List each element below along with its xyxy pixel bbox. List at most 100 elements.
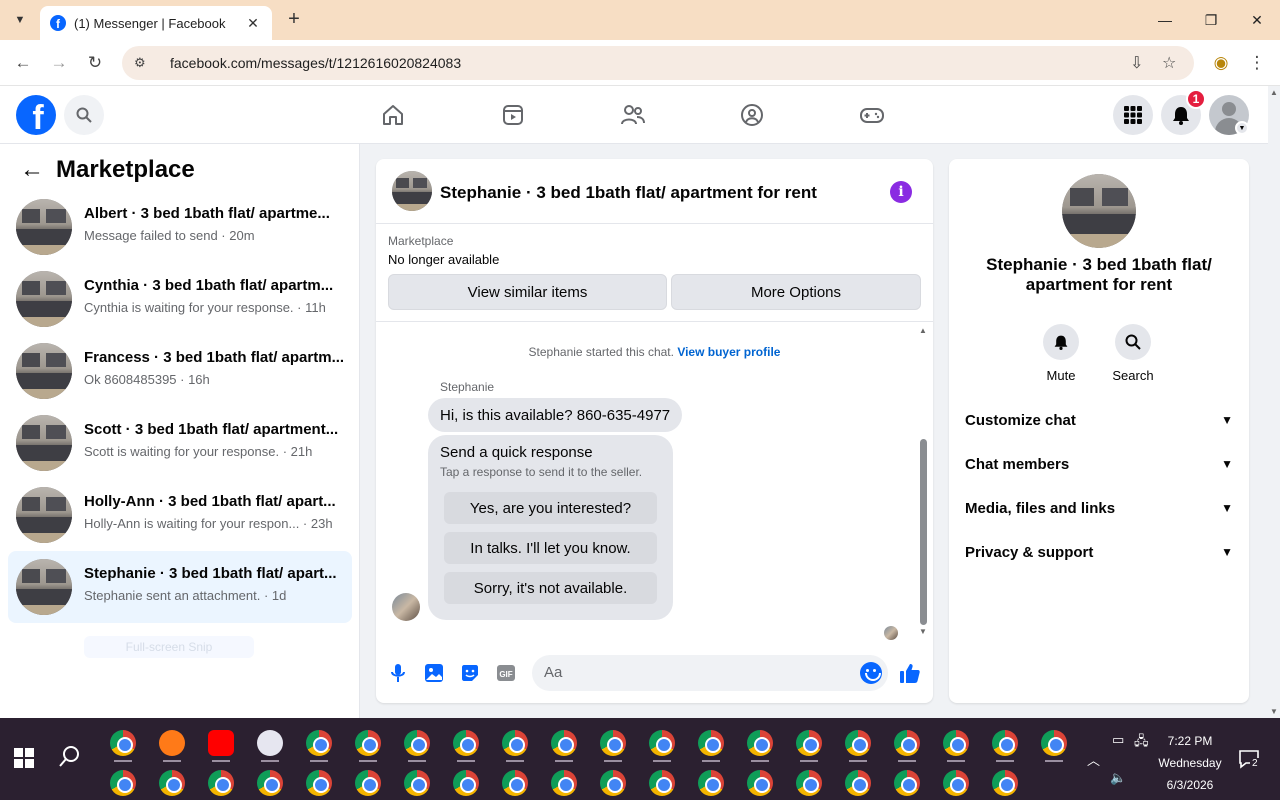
- volume-icon[interactable]: 🔈: [1110, 770, 1126, 786]
- forward-button[interactable]: →: [46, 50, 72, 76]
- chrome-icon[interactable]: [502, 770, 528, 796]
- chrome-icon[interactable]: [649, 730, 675, 756]
- new-tab-button[interactable]: +: [282, 8, 306, 32]
- sticker-icon[interactable]: [458, 661, 482, 685]
- tab-close-icon[interactable]: ✕: [244, 15, 262, 32]
- chat-title[interactable]: Stephanie · 3 bed 1bath flat/ apartment …: [440, 183, 817, 203]
- restore-button[interactable]: ❐: [1188, 0, 1234, 40]
- chrome-icon[interactable]: [600, 770, 626, 796]
- groups-icon[interactable]: [737, 100, 767, 130]
- view-similar-items-button[interactable]: View similar items: [388, 274, 667, 310]
- more-options-button[interactable]: More Options: [671, 274, 921, 310]
- conversation-item-active[interactable]: Stephanie · 3 bed 1bath flat/ apart... S…: [8, 551, 352, 623]
- chrome-icon[interactable]: [943, 770, 969, 796]
- gif-icon[interactable]: GIF: [494, 661, 518, 685]
- message-input[interactable]: Aa: [532, 655, 888, 691]
- info-icon[interactable]: i: [890, 181, 912, 203]
- quick-response-button[interactable]: Yes, are you interested?: [444, 492, 657, 524]
- sender-avatar[interactable]: [392, 593, 420, 621]
- conversation-item[interactable]: Francess · 3 bed 1bath flat/ apartm... O…: [8, 335, 352, 407]
- conversation-item[interactable]: Scott · 3 bed 1bath flat/ apartment... S…: [8, 407, 352, 479]
- facebook-logo-icon[interactable]: f: [16, 95, 56, 135]
- conversation-item[interactable]: Albert · 3 bed 1bath flat/ apartme... Me…: [8, 191, 352, 263]
- address-bar[interactable]: ⚙ facebook.com/messages/t/12126160208240…: [122, 46, 1194, 80]
- chrome-icon[interactable]: [600, 730, 626, 756]
- chrome-icon[interactable]: [453, 730, 479, 756]
- gaming-icon[interactable]: [857, 100, 887, 130]
- chrome-icon[interactable]: [649, 770, 675, 796]
- system-clock[interactable]: 7:22 PM Wednesday 6/3/2026: [1150, 730, 1230, 796]
- emoji-icon[interactable]: [860, 662, 882, 684]
- app-icon[interactable]: [257, 730, 283, 756]
- privacy-support-row[interactable]: Privacy & support ▼: [957, 532, 1241, 572]
- windows-start-icon[interactable]: [14, 748, 34, 768]
- minimize-button[interactable]: —: [1142, 0, 1188, 40]
- browser-tab[interactable]: f (1) Messenger | Facebook ✕: [40, 6, 272, 40]
- video-icon[interactable]: [498, 100, 528, 130]
- media-files-links-row[interactable]: Media, files and links ▼: [957, 488, 1241, 528]
- home-icon[interactable]: [378, 100, 408, 130]
- reload-button[interactable]: ↻: [82, 50, 108, 76]
- microphone-icon[interactable]: [386, 661, 410, 685]
- profile-icon[interactable]: ◉: [1208, 50, 1234, 76]
- message-bubble[interactable]: Hi, is this available? 860-635-4977: [428, 398, 683, 432]
- photo-icon[interactable]: [422, 661, 446, 685]
- info-listing-thumbnail[interactable]: [1062, 174, 1136, 248]
- bookmark-star-icon[interactable]: ☆: [1162, 53, 1176, 73]
- chat-members-row[interactable]: Chat members ▼: [957, 444, 1241, 484]
- chrome-icon[interactable]: [796, 730, 822, 756]
- friends-icon[interactable]: [618, 100, 648, 130]
- chrome-icon[interactable]: [404, 770, 430, 796]
- chrome-icon[interactable]: [159, 770, 185, 796]
- chrome-icon[interactable]: [306, 730, 332, 756]
- device-icon[interactable]: ▭: [1112, 732, 1124, 748]
- chrome-icon[interactable]: [845, 770, 871, 796]
- chrome-icon[interactable]: [894, 770, 920, 796]
- chrome-icon[interactable]: [502, 730, 528, 756]
- back-button[interactable]: ←: [10, 50, 36, 76]
- search-conversation-button[interactable]: Search: [1103, 324, 1163, 383]
- menu-dots-icon[interactable]: ⋮: [1244, 50, 1270, 76]
- chrome-icon[interactable]: [943, 730, 969, 756]
- chrome-icon[interactable]: [551, 770, 577, 796]
- menu-grid-icon[interactable]: [1113, 95, 1153, 135]
- copilot-icon[interactable]: [159, 730, 185, 756]
- conversation-item[interactable]: Holly-Ann · 3 bed 1bath flat/ apart... H…: [8, 479, 352, 551]
- install-app-icon[interactable]: ⇩: [1130, 53, 1143, 73]
- site-info-icon[interactable]: ⚙: [134, 55, 154, 71]
- youtube-icon[interactable]: [208, 730, 234, 756]
- chrome-icon[interactable]: [992, 770, 1018, 796]
- search-icon[interactable]: [58, 744, 86, 772]
- chrome-icon[interactable]: [845, 730, 871, 756]
- chrome-icon[interactable]: [551, 730, 577, 756]
- network-icon[interactable]: 🖧: [1134, 732, 1149, 754]
- chrome-icon[interactable]: [453, 770, 479, 796]
- chrome-icon[interactable]: [306, 770, 332, 796]
- back-arrow-icon[interactable]: ←: [18, 156, 46, 184]
- chrome-icon[interactable]: [698, 730, 724, 756]
- page-scrollbar[interactable]: ▲ ▼: [1268, 86, 1280, 718]
- chrome-icon[interactable]: [208, 770, 234, 796]
- chrome-icon[interactable]: [698, 770, 724, 796]
- chrome-icon[interactable]: [747, 770, 773, 796]
- customize-chat-row[interactable]: Customize chat ▼: [957, 400, 1241, 440]
- notification-center-icon[interactable]: 2: [1238, 748, 1260, 770]
- chrome-icon[interactable]: [404, 730, 430, 756]
- chat-listing-thumbnail[interactable]: [392, 171, 432, 211]
- chrome-icon[interactable]: [110, 730, 136, 756]
- chrome-icon[interactable]: [796, 770, 822, 796]
- chrome-icon[interactable]: [894, 730, 920, 756]
- mute-button[interactable]: Mute: [1031, 324, 1091, 383]
- chrome-icon[interactable]: [257, 770, 283, 796]
- chat-scrollbar[interactable]: ▲ ▼: [916, 323, 930, 645]
- thumbs-up-icon[interactable]: [898, 661, 922, 685]
- chevron-down-icon[interactable]: ▼: [1235, 121, 1249, 135]
- quick-response-button[interactable]: Sorry, it's not available.: [444, 572, 657, 604]
- chrome-icon[interactable]: [355, 770, 381, 796]
- chrome-icon[interactable]: [1041, 730, 1067, 756]
- chrome-icon[interactable]: [992, 730, 1018, 756]
- search-icon[interactable]: [64, 95, 104, 135]
- chrome-icon[interactable]: [355, 730, 381, 756]
- chrome-icon[interactable]: [110, 770, 136, 796]
- chevron-up-icon[interactable]: ︿: [1087, 750, 1100, 769]
